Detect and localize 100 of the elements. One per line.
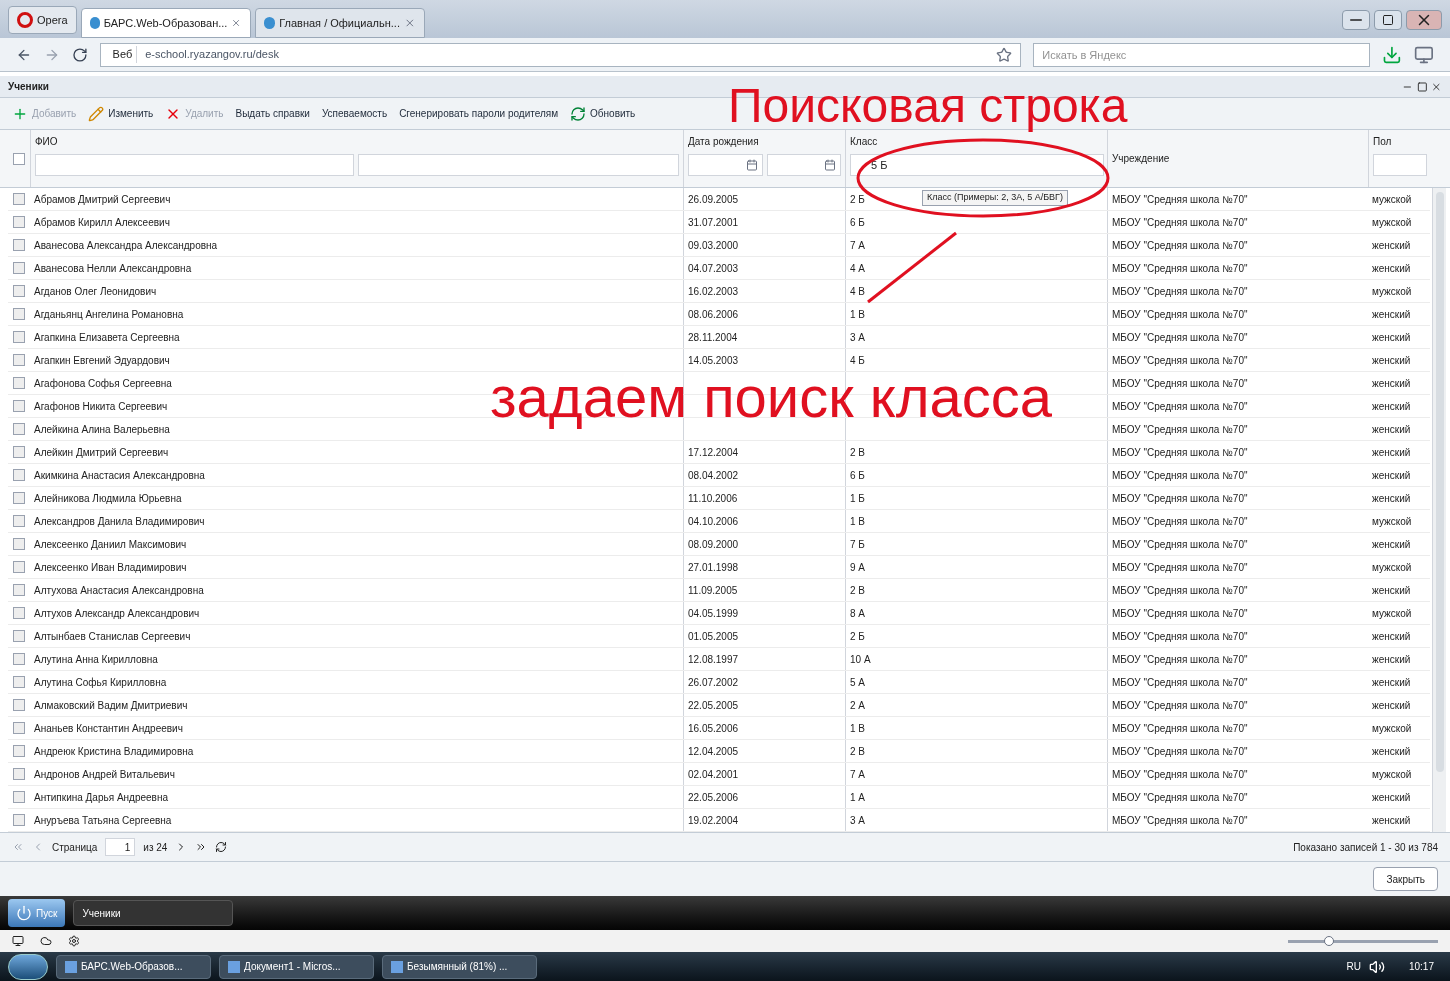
table-cell-text: МБОУ "Средняя школа №70" xyxy=(1112,790,1248,805)
row-checkbox[interactable] xyxy=(13,216,25,228)
table-cell-text: Алексеенко Даниил Максимович xyxy=(34,537,187,552)
maximize-icon[interactable] xyxy=(1374,10,1402,30)
select-all-checkbox[interactable] xyxy=(13,152,25,165)
row-checkbox[interactable] xyxy=(13,745,25,757)
row-checkbox[interactable] xyxy=(13,653,25,665)
row-checkbox[interactable] xyxy=(13,285,25,297)
table-cell-text: 26.07.2002 xyxy=(688,675,739,690)
table-cell-text: 02.04.2001 xyxy=(688,767,739,782)
table-cell-text: Алейникова Людмила Юрьевна xyxy=(34,491,182,506)
table-cell-text: МБОУ "Средняя школа №70" xyxy=(1112,767,1248,782)
language-indicator[interactable]: RU xyxy=(1346,959,1361,974)
window-controls-icon[interactable] xyxy=(1402,80,1442,93)
refresh-icon[interactable] xyxy=(215,841,228,853)
row-checkbox[interactable] xyxy=(13,377,25,389)
first-page-icon[interactable] xyxy=(12,841,24,853)
download-icon[interactable] xyxy=(1382,44,1403,65)
opera-logo-icon xyxy=(17,12,33,28)
row-checkbox[interactable] xyxy=(13,561,25,573)
filter-field[interactable] xyxy=(358,154,679,176)
close-tab-icon[interactable] xyxy=(231,17,242,29)
row-checkbox[interactable] xyxy=(13,469,25,481)
bookmark-star-icon[interactable] xyxy=(996,46,1013,63)
close-button[interactable]: Закрыть xyxy=(1373,867,1438,891)
table-cell-text: 8 А xyxy=(850,606,865,621)
search-field[interactable]: Искать в Яндекс xyxy=(1033,42,1371,67)
table-cell-text: женский xyxy=(1372,261,1411,276)
table-cell-text: мужской xyxy=(1372,215,1412,230)
row-checkbox[interactable] xyxy=(13,699,25,711)
desktop-icon[interactable] xyxy=(12,935,24,947)
filter-field[interactable] xyxy=(1373,154,1427,176)
row-checkbox[interactable] xyxy=(13,676,25,688)
row-checkbox[interactable] xyxy=(13,354,25,366)
browser-tab[interactable]: БАРС.Web-Образован... xyxy=(80,8,251,38)
table-cell-text: 1 В xyxy=(850,307,865,322)
row-checkbox[interactable] xyxy=(13,262,25,274)
toolbar-button[interactable]: Сгенерировать пароли родителям xyxy=(399,106,559,121)
clock[interactable]: 10:17 xyxy=(1408,959,1434,974)
row-checkbox[interactable] xyxy=(13,492,25,504)
row-checkbox[interactable] xyxy=(13,607,25,619)
table-cell-text: 3 А xyxy=(850,330,865,345)
gear-icon[interactable] xyxy=(68,935,80,947)
taskbar-window-button[interactable]: Безымянный (81%) ... xyxy=(382,954,537,979)
row-checkbox[interactable] xyxy=(13,239,25,251)
table-cell-text: 4 Б xyxy=(850,353,865,368)
class-filter-field[interactable]: 5 Б xyxy=(850,154,1104,176)
windows-start-icon[interactable] xyxy=(8,953,48,980)
table-cell-text: 04.10.2006 xyxy=(688,514,739,529)
row-checkbox[interactable] xyxy=(13,814,25,826)
date-filter-field[interactable] xyxy=(688,154,763,176)
opera-menu-button[interactable]: Opera xyxy=(8,6,77,34)
row-checkbox[interactable] xyxy=(13,193,25,205)
close-tab-icon[interactable] xyxy=(403,17,416,29)
table-cell-text: 16.05.2006 xyxy=(688,721,739,736)
row-checkbox[interactable] xyxy=(13,446,25,458)
row-checkbox[interactable] xyxy=(13,630,25,642)
reload-icon[interactable] xyxy=(71,46,88,63)
row-checkbox[interactable] xyxy=(13,791,25,803)
row-checkbox[interactable] xyxy=(13,400,25,412)
column-header[interactable]: Пол xyxy=(1373,134,1426,150)
table-cell-text: Антипкина Дарья Андреевна xyxy=(34,790,168,805)
zoom-slider-thumb[interactable] xyxy=(1323,935,1334,946)
address-field[interactable]: Веб e-school.ryazangov.ru/desk xyxy=(99,42,1022,67)
calendar-icon[interactable] xyxy=(745,159,758,171)
column-header[interactable]: Класс xyxy=(850,134,1103,150)
table-cell-text: мужской xyxy=(1372,721,1412,736)
page-field[interactable]: 1 xyxy=(105,838,136,856)
volume-icon[interactable] xyxy=(1368,958,1385,975)
browser-tab[interactable]: Главная / Официальн... xyxy=(254,8,425,38)
toolbar-button[interactable]: Выдать справки xyxy=(235,106,310,121)
column-header[interactable]: Учреждение xyxy=(1112,151,1170,166)
cloud-icon[interactable] xyxy=(40,935,52,947)
row-checkbox[interactable] xyxy=(13,331,25,343)
taskbar-window-button[interactable]: Документ1 - Micros... xyxy=(219,954,374,979)
row-checkbox[interactable] xyxy=(13,515,25,527)
minimize-icon[interactable] xyxy=(1342,10,1370,30)
filter-field[interactable] xyxy=(35,154,354,176)
scrollbar[interactable] xyxy=(1432,188,1446,832)
table-cell-text: 12.04.2005 xyxy=(688,744,739,759)
row-checkbox[interactable] xyxy=(13,423,25,435)
toolbar-button[interactable]: Успеваемость xyxy=(321,106,388,121)
column-header[interactable]: ФИО xyxy=(35,134,679,150)
table-cell-text: Алтухова Анастасия Александровна xyxy=(34,583,204,598)
date-filter-field[interactable] xyxy=(766,154,841,176)
row-checkbox[interactable] xyxy=(13,308,25,320)
row-checkbox[interactable] xyxy=(13,722,25,734)
toolbar-button[interactable]: Обновить xyxy=(570,105,636,122)
app-window-button[interactable]: Ученики xyxy=(73,900,234,926)
panel-icon[interactable] xyxy=(1414,44,1434,65)
table-cell-text: МБОУ "Средняя школа №70" xyxy=(1112,721,1248,736)
row-checkbox[interactable] xyxy=(13,768,25,780)
row-checkbox[interactable] xyxy=(13,538,25,550)
calendar-icon[interactable] xyxy=(824,159,836,171)
column-header[interactable]: Дата рождения xyxy=(688,134,841,150)
row-checkbox[interactable] xyxy=(13,584,25,596)
taskbar-window-button[interactable]: БАРС.Web-Образов... xyxy=(56,954,211,979)
toolbar-button[interactable]: Изменить xyxy=(88,105,154,122)
page-label: Страница xyxy=(52,840,98,855)
close-icon[interactable] xyxy=(1406,10,1442,30)
